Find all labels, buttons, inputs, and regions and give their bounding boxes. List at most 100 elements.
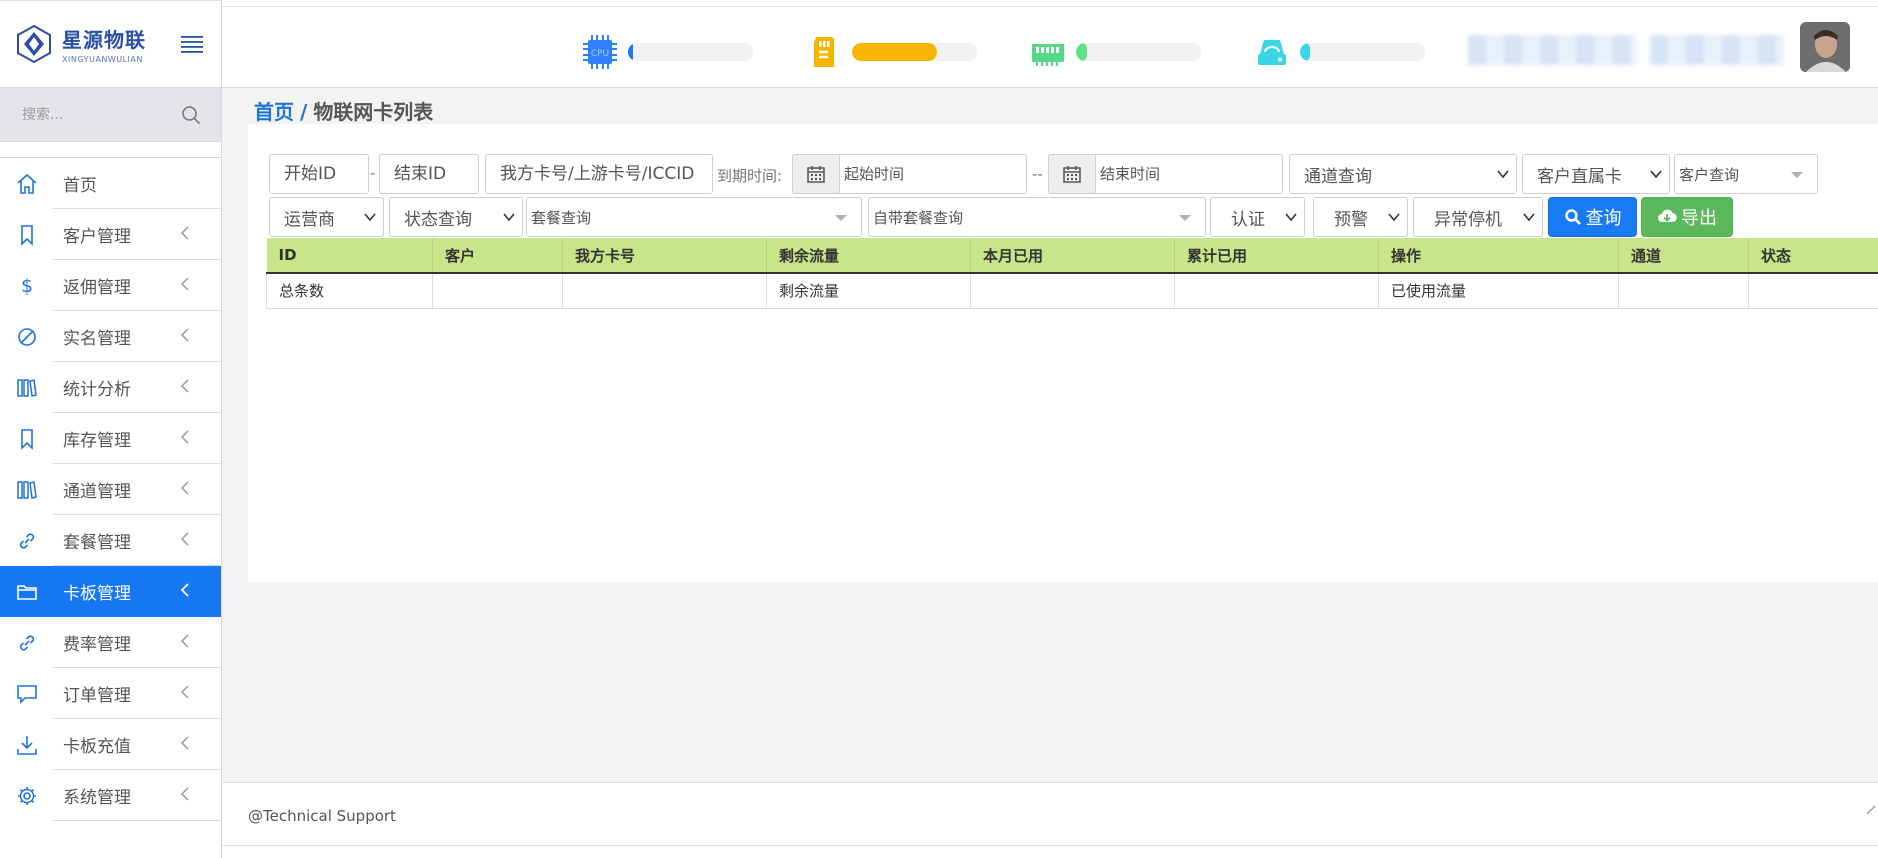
sidebar-search: [0, 88, 221, 142]
sidebar-item-recharge[interactable]: 卡板充值: [0, 719, 221, 770]
channel-select[interactable]: 通道查询: [1289, 154, 1517, 194]
table-header-remaining-traffic[interactable]: 剩余流量: [766, 238, 971, 274]
menu-toggle-icon[interactable]: [181, 35, 203, 53]
own-package-select[interactable]: 自带套餐查询: [868, 197, 1206, 237]
table-cell: 总条数: [266, 273, 433, 309]
cpu-monitor: CPU: [580, 32, 753, 72]
sidebar-item-channel[interactable]: 通道管理: [0, 464, 221, 515]
abnormal-stop-select-value: 异常停机: [1434, 209, 1502, 230]
sidebar-item-system[interactable]: 系统管理: [0, 770, 221, 821]
start-time-field[interactable]: [839, 154, 1027, 194]
sidebar-item-label: 客户管理: [63, 227, 131, 247]
chevron-left-icon: [180, 736, 189, 750]
search-icon[interactable]: [181, 105, 201, 125]
avatar[interactable]: [1800, 22, 1850, 72]
ban-icon: [15, 325, 39, 349]
search-input[interactable]: [22, 106, 172, 123]
chevron-left-icon: [180, 583, 189, 597]
auth-select-value: 认证: [1231, 209, 1265, 230]
warning-select[interactable]: 预警: [1313, 197, 1408, 237]
sidebar-item-card-board[interactable]: 卡板管理: [0, 566, 221, 617]
chevron-left-icon: [180, 430, 189, 444]
export-button[interactable]: 导出: [1641, 197, 1733, 237]
logo-text: 星源物联 XINGYUANWULIAN: [62, 24, 146, 64]
table-header-status[interactable]: 状态: [1748, 238, 1878, 274]
chevron-down-icon: [1285, 213, 1297, 222]
sidebar-divider: [0, 142, 221, 158]
end-id-input[interactable]: [394, 155, 478, 193]
sd-usage-fill: [852, 43, 937, 61]
dollar-icon: $: [15, 274, 39, 298]
table-header-actions[interactable]: 操作: [1378, 238, 1619, 274]
cpu-icon: CPU: [580, 32, 620, 72]
footer: @Technical Support: [222, 782, 1878, 846]
expire-time-label: 到期时间:: [717, 167, 783, 185]
time-range-separator: --: [1032, 165, 1043, 183]
table-header-month-used[interactable]: 本月已用: [970, 238, 1175, 274]
start-id-input[interactable]: [284, 155, 368, 193]
books-icon: [15, 376, 39, 400]
bookmark-icon: [15, 427, 39, 451]
caret-down-icon: [835, 215, 847, 221]
sidebar-item-label: 首页: [63, 176, 97, 196]
card-number-input[interactable]: [500, 155, 712, 193]
end-time-calendar[interactable]: [1048, 154, 1096, 194]
status-select[interactable]: 状态查询: [389, 197, 523, 237]
sidebar-item-label: 统计分析: [63, 380, 131, 400]
table-header-customer[interactable]: 客户: [432, 238, 563, 274]
table-header-card-number[interactable]: 我方卡号: [562, 238, 767, 274]
table-header-id[interactable]: ID: [266, 238, 433, 274]
calendar-icon: [807, 166, 825, 183]
start-time-input[interactable]: [844, 155, 1026, 193]
table-header-channel[interactable]: 通道: [1618, 238, 1749, 274]
breadcrumb-home[interactable]: 首页: [254, 100, 294, 124]
chevron-left-icon: [180, 787, 189, 801]
start-id-field[interactable]: [269, 154, 369, 194]
sidebar-item-label: 库存管理: [63, 431, 131, 451]
scroll-top-icon[interactable]: [1866, 805, 1876, 815]
home-icon: [15, 172, 39, 196]
chevron-down-icon: [1497, 170, 1509, 179]
link-icon: [15, 529, 39, 553]
sidebar-item-statistics[interactable]: 统计分析: [0, 362, 221, 413]
package-select[interactable]: 套餐查询: [526, 197, 862, 237]
start-time-calendar[interactable]: [792, 154, 840, 194]
customer-query-select[interactable]: 客户查询: [1674, 154, 1818, 194]
sidebar-item-realname[interactable]: 实名管理: [0, 311, 221, 362]
link-icon: [15, 631, 39, 655]
sidebar-item-rebate[interactable]: $ 返佣管理: [0, 260, 221, 311]
svg-text:CPU: CPU: [591, 49, 609, 59]
auth-select[interactable]: 认证: [1210, 197, 1305, 237]
chevron-left-icon: [180, 226, 189, 240]
export-button-label: 导出: [1681, 208, 1717, 229]
abnormal-stop-select[interactable]: 异常停机: [1413, 197, 1543, 237]
memory-monitor: [1028, 32, 1201, 72]
table-row: 总条数 剩余流量 已使用流量: [266, 273, 1878, 309]
sidebar-item-inventory[interactable]: 库存管理: [0, 413, 221, 464]
package-select-value: 套餐查询: [531, 208, 592, 227]
sd-monitor: [804, 32, 977, 72]
sidebar-item-rate[interactable]: 费率管理: [0, 617, 221, 668]
table-header-total-used[interactable]: 累计已用: [1174, 238, 1379, 274]
cpu-usage-fill: [628, 43, 633, 61]
end-id-field[interactable]: [379, 154, 479, 194]
cpu-usage-bar: [628, 43, 753, 61]
query-button[interactable]: 查询: [1548, 197, 1637, 237]
memory-usage-fill: [1076, 43, 1088, 61]
customer-direct-select[interactable]: 客户直属卡: [1522, 154, 1670, 194]
card-number-field[interactable]: [485, 154, 713, 194]
breadcrumb-separator: /: [300, 100, 308, 124]
sidebar-item-customer[interactable]: 客户管理: [0, 209, 221, 260]
chevron-left-icon: [180, 328, 189, 342]
sidebar-item-home[interactable]: 首页: [0, 158, 221, 209]
end-time-input[interactable]: [1100, 155, 1282, 193]
operator-select[interactable]: 运营商: [269, 197, 384, 237]
table-cell: 剩余流量: [766, 273, 971, 309]
sidebar-item-package[interactable]: 套餐管理: [0, 515, 221, 566]
sidebar-item-label: 返佣管理: [63, 278, 131, 298]
disk-usage-fill: [1300, 43, 1310, 61]
end-time-field[interactable]: [1095, 154, 1283, 194]
disk-usage-bar: [1300, 43, 1425, 61]
sidebar-item-order[interactable]: 订单管理: [0, 668, 221, 719]
sidebar-item-label: 系统管理: [63, 788, 131, 808]
